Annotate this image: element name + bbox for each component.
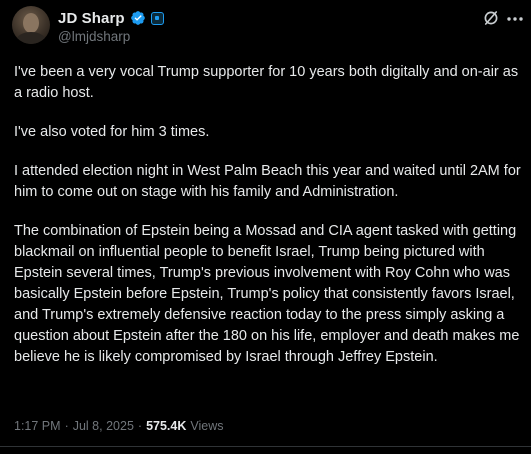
- avatar-face: [23, 13, 39, 33]
- post-card: JD Sharp @lmjdsharp I've been a very voc…: [0, 0, 531, 454]
- post-time[interactable]: 1:17 PM: [14, 419, 61, 433]
- affiliate-badge-icon[interactable]: [150, 11, 164, 25]
- verified-badge-icon: [130, 11, 145, 25]
- post-paragraph: I've been a very vocal Trump supporter f…: [14, 64, 519, 101]
- views-count[interactable]: 575.4K: [146, 419, 186, 433]
- post-paragraph: The combination of Epstein being a Mossa…: [14, 223, 520, 365]
- views-label: Views: [190, 419, 224, 433]
- author-name-row: JD Sharp: [58, 8, 164, 28]
- more-options-icon[interactable]: [506, 16, 524, 22]
- avatar-shoulders: [16, 32, 46, 44]
- divider: [0, 446, 531, 447]
- post-metadata: 1:17 PM · Jul 8, 2025 · 575.4K Views: [14, 419, 224, 433]
- meta-separator: ·: [64, 419, 69, 433]
- post-paragraph: I've also voted for him 3 times.: [14, 124, 210, 140]
- author-handle[interactable]: @lmjdsharp: [58, 29, 130, 44]
- author-display-name[interactable]: JD Sharp: [58, 10, 125, 27]
- grok-icon[interactable]: [482, 9, 500, 27]
- post-paragraph: I attended election night in West Palm B…: [14, 163, 521, 200]
- post-text: I've been a very vocal Trump supporter f…: [14, 62, 524, 386]
- author-avatar[interactable]: [12, 6, 50, 44]
- meta-separator: ·: [137, 419, 143, 433]
- post-date[interactable]: Jul 8, 2025: [73, 419, 134, 433]
